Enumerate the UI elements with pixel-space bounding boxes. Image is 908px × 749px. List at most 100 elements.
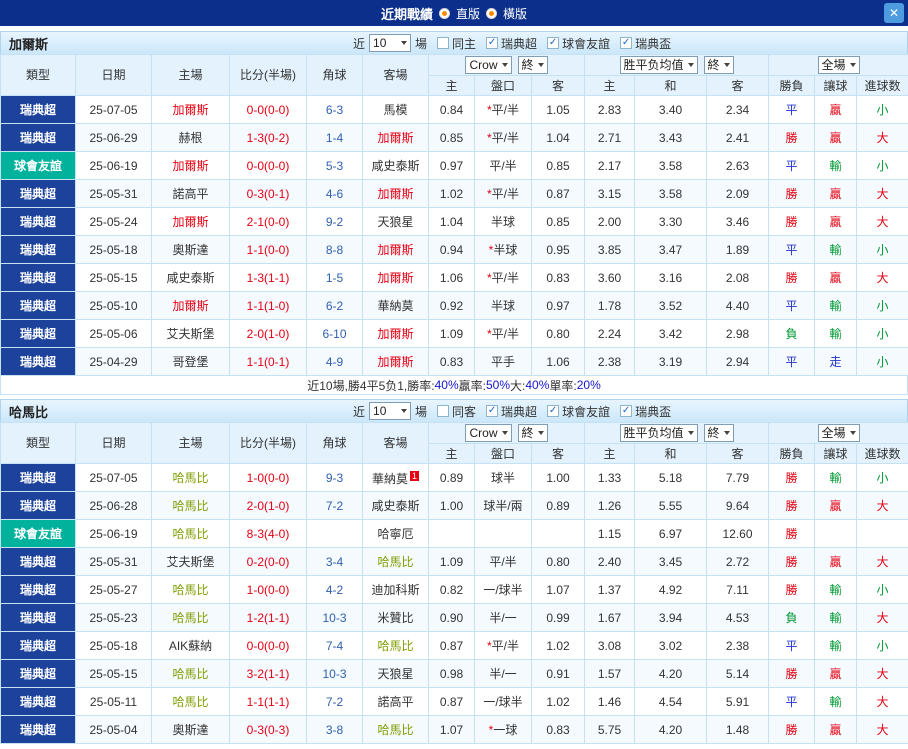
team-name[interactable]: 諾高平 — [172, 187, 208, 201]
vertical-layout-radio[interactable] — [438, 7, 450, 19]
team-name[interactable]: 赫根 — [178, 131, 202, 145]
team-name[interactable]: 哈馬比 — [172, 695, 208, 709]
team-name[interactable]: 艾夫斯堡 — [166, 555, 214, 569]
checkbox-unchecked-icon[interactable] — [437, 37, 450, 49]
team-name[interactable]: 加爾斯 — [172, 159, 208, 173]
team-name[interactable]: 哈馬比 — [172, 527, 208, 541]
col-euro-away: 客 — [706, 75, 770, 96]
match-count-select[interactable]: 10 — [369, 34, 412, 52]
euro-avg-select[interactable]: 胜平负均值 — [619, 424, 698, 442]
team-name[interactable]: 咸史泰斯 — [166, 271, 214, 285]
team-name[interactable]: 加爾斯 — [377, 327, 413, 341]
close-icon[interactable]: ✕ — [884, 3, 904, 23]
result-wdl: 平 — [768, 95, 816, 124]
team-name[interactable]: 哈馬比 — [377, 555, 413, 569]
team-name[interactable]: 天狼星 — [377, 667, 413, 681]
horizontal-layout-label[interactable]: 橫版 — [503, 5, 527, 22]
result-wdl: 勝 — [768, 715, 816, 744]
euro-home-odds: 2.00 — [584, 207, 636, 236]
corners: 4-9 — [306, 347, 363, 376]
team-name[interactable]: 加爾斯 — [172, 299, 208, 313]
league-badge: 瑞典超 — [0, 491, 76, 520]
team-name[interactable]: 咸史泰斯 — [371, 159, 419, 173]
result-wdl: 勝 — [768, 123, 816, 152]
score-halftime: 2-1(0-0) — [229, 207, 307, 236]
team-name[interactable]: 迪加科斯 — [371, 583, 419, 597]
ah-home-odds: 1.09 — [428, 319, 475, 348]
match-date: 25-06-19 — [75, 151, 152, 180]
filter-checkbox[interactable]: 同客 — [437, 403, 476, 420]
scope-select[interactable]: 全場 — [817, 56, 860, 74]
team-name[interactable]: 哈寧厄 — [377, 527, 413, 541]
team-name[interactable]: 哈馬比 — [172, 499, 208, 513]
match-count-select[interactable]: 10 — [369, 402, 412, 420]
filter-checkbox[interactable]: ✓ 球會友誼 — [547, 35, 610, 52]
team-name[interactable]: 哈馬比 — [377, 723, 413, 737]
horizontal-layout-radio[interactable] — [486, 7, 497, 19]
handicap-final-select[interactable]: 終 — [517, 56, 548, 74]
team-name[interactable]: 加爾斯 — [377, 187, 413, 201]
filter-checkbox[interactable]: ✓ 瑞典超 — [486, 35, 537, 52]
summary-segment: 勝率: — [407, 378, 435, 393]
near-label: 近 — [353, 36, 366, 51]
scope-select[interactable]: 全場 — [817, 424, 860, 442]
team-name[interactable]: 天狼星 — [377, 215, 413, 229]
filter-checkbox[interactable]: ✓ 瑞典盃 — [620, 35, 671, 52]
team-name[interactable]: 加爾斯 — [377, 271, 413, 285]
team-name[interactable]: 哥登堡 — [172, 355, 208, 369]
euro-final-select[interactable]: 終 — [703, 56, 734, 74]
team-name[interactable]: 華納莫 — [377, 299, 413, 313]
team-name[interactable]: 奧斯達 — [172, 723, 208, 737]
filter-checkbox[interactable]: ✓ 瑞典盃 — [620, 403, 671, 420]
handicap-final-select[interactable]: 終 — [517, 424, 548, 442]
handicap-odds-group: Crow 終 — [427, 422, 586, 444]
ah-home-odds: 0.98 — [428, 659, 475, 688]
team-name[interactable]: 哈馬比 — [172, 471, 208, 485]
ah-home-odds: 0.82 — [428, 575, 475, 604]
team-name[interactable]: 哈馬比 — [172, 667, 208, 681]
odds-provider-select[interactable]: Crow — [465, 56, 512, 74]
team-name[interactable]: 馬模 — [383, 103, 407, 117]
filter-checkbox[interactable]: 同主 — [437, 35, 476, 52]
team-name[interactable]: 咸史泰斯 — [371, 499, 419, 513]
filter-label: 球會友誼 — [562, 404, 611, 419]
match-row: 瑞典超 25-05-15 咸史泰斯 1-3(1-1) 1-5 加爾斯 1.06 *平/半 0.8… — [0, 263, 908, 292]
vertical-layout-label[interactable]: 直版 — [456, 5, 480, 22]
checkbox-checked-icon[interactable]: ✓ — [547, 405, 560, 417]
team-name[interactable]: 加爾斯 — [172, 215, 208, 229]
filter-checkbox[interactable]: ✓ 瑞典超 — [486, 403, 537, 420]
team-name[interactable]: AIK蘇納 — [169, 639, 212, 653]
team-name[interactable]: 哈馬比 — [377, 639, 413, 653]
team-name[interactable]: 哈馬比 — [172, 583, 208, 597]
summary-segment: 贏率: — [458, 378, 486, 393]
checkbox-unchecked-icon[interactable] — [437, 405, 450, 417]
match-row: 瑞典超 25-05-31 艾夫斯堡 0-2(0-0) 3-4 哈馬比 1.09 平/半 0.80… — [0, 547, 908, 576]
filter-checkbox[interactable]: ✓ 球會友誼 — [547, 403, 610, 420]
checkbox-checked-icon[interactable]: ✓ — [620, 37, 633, 49]
euro-away-odds: 7.79 — [706, 463, 770, 492]
filter-label: 瑞典超 — [501, 36, 538, 51]
team-name[interactable]: 加爾斯 — [377, 355, 413, 369]
checkbox-checked-icon[interactable]: ✓ — [547, 37, 560, 49]
checkbox-checked-icon[interactable]: ✓ — [620, 405, 633, 417]
team-name[interactable]: 加爾斯 — [377, 131, 413, 145]
team-name[interactable]: 加爾斯 — [172, 103, 208, 117]
team-name[interactable]: 華納莫 — [372, 472, 408, 486]
odds-provider-select[interactable]: Crow — [465, 424, 512, 442]
team-name[interactable]: 艾夫斯堡 — [166, 327, 214, 341]
euro-avg-select[interactable]: 胜平负均值 — [619, 56, 698, 74]
team-name[interactable]: 哈馬比 — [172, 611, 208, 625]
euro-odds-group: 胜平负均值 終 — [584, 422, 770, 444]
team-name[interactable]: 奧斯達 — [172, 243, 208, 257]
team-name[interactable]: 米贊比 — [377, 611, 413, 625]
ah-away-odds: 0.87 — [530, 179, 586, 208]
checkbox-checked-icon[interactable]: ✓ — [486, 405, 499, 417]
team-name[interactable]: 諾高平 — [377, 695, 413, 709]
result-goals: 大 — [856, 715, 908, 744]
checkbox-checked-icon[interactable]: ✓ — [486, 37, 499, 49]
ah-home-odds: 1.09 — [428, 547, 475, 576]
league-badge: 瑞典超 — [0, 123, 76, 152]
team-name[interactable]: 加爾斯 — [377, 243, 413, 257]
euro-final-select[interactable]: 終 — [703, 424, 734, 442]
score-halftime: 2-0(1-0) — [229, 491, 307, 520]
